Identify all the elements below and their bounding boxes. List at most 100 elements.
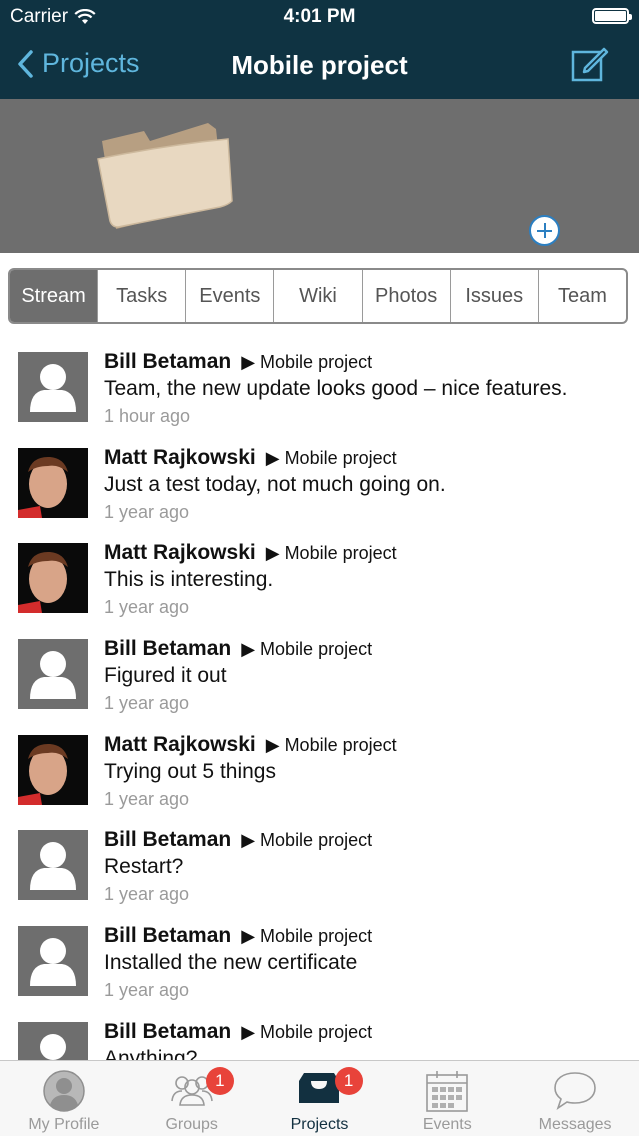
- bottom-tab-bar: My Profile 1 Groups 1 Projects Events Me…: [0, 1060, 639, 1136]
- item-message: Anything?: [104, 1046, 198, 1060]
- item-header: Bill Betaman ▶ Mobile project: [104, 924, 372, 948]
- tab-events[interactable]: Events: [186, 270, 275, 322]
- project-name: Mobile project: [260, 926, 373, 947]
- tab-messages[interactable]: Messages: [511, 1061, 639, 1136]
- tab-my-profile[interactable]: My Profile: [0, 1061, 128, 1136]
- project-link[interactable]: ▶ Mobile project: [266, 735, 397, 755]
- tab-groups[interactable]: 1 Groups: [128, 1061, 256, 1136]
- status-bar: Carrier 4:01 PM: [0, 0, 639, 34]
- tab-label: Events: [422, 1116, 472, 1133]
- item-message: Installed the new certificate: [104, 951, 358, 975]
- groups-badge: 1: [205, 1067, 234, 1095]
- tab-events[interactable]: Events: [383, 1061, 511, 1136]
- profile-icon: [43, 1070, 85, 1112]
- tab-issues[interactable]: Issues: [451, 270, 539, 322]
- project-link[interactable]: ▶ Mobile project: [266, 543, 397, 563]
- item-timestamp: 1 hour ago: [104, 406, 191, 426]
- battery-icon: [592, 8, 632, 24]
- messages-icon: [554, 1072, 596, 1110]
- default-user-icon: [30, 364, 76, 412]
- tab-stream[interactable]: Stream: [10, 270, 99, 322]
- avatar: [18, 543, 88, 614]
- default-user-icon: [30, 651, 76, 700]
- list-item[interactable]: Matt Rajkowski ▶ Mobile project Just a te…: [0, 436, 639, 532]
- user-photo-icon: [18, 734, 88, 805]
- list-item[interactable]: Bill Betaman ▶ Mobile project Team, the n…: [0, 340, 639, 436]
- item-message: Restart?: [104, 855, 184, 879]
- item-timestamp: 1 year ago: [104, 980, 190, 1001]
- activity-stream: Bill Betaman ▶ Mobile project Team, the n…: [0, 340, 639, 1060]
- tab-photos[interactable]: Photos: [363, 270, 451, 322]
- author-name[interactable]: Bill Betaman: [104, 350, 231, 373]
- projects-badge: 1: [334, 1067, 363, 1095]
- avatar: [18, 1021, 88, 1060]
- project-name: Mobile project: [284, 734, 397, 755]
- project-tabs: Stream Tasks Events Wiki Photos Issues T…: [8, 268, 628, 324]
- project-link[interactable]: ▶ Mobile project: [241, 1022, 372, 1042]
- tab-label: Groups: [165, 1116, 218, 1133]
- item-header: Matt Rajkowski ▶ Mobile project: [104, 541, 397, 565]
- list-item[interactable]: Matt Rajkowski ▶ Mobile project This is i…: [0, 531, 639, 627]
- item-timestamp: 1 year ago: [104, 597, 190, 618]
- tab-label: Messages: [538, 1116, 612, 1133]
- item-timestamp: 1 year ago: [104, 501, 190, 522]
- project-link[interactable]: ▶ Mobile project: [266, 448, 397, 468]
- project-name: Mobile project: [260, 352, 373, 372]
- tab-team[interactable]: Team: [539, 270, 626, 322]
- project-name: Mobile project: [260, 1021, 373, 1042]
- author-name[interactable]: Matt Rajkowski: [104, 541, 256, 564]
- calendar-icon: [426, 1071, 469, 1112]
- list-item[interactable]: Bill Betaman ▶ Mobile project Restart? 1 …: [0, 818, 639, 914]
- item-header: Bill Betaman ▶ Mobile project: [104, 350, 372, 374]
- folder-icon: [97, 123, 233, 229]
- top-bar: Carrier 4:01 PM Projects Mobile project: [0, 0, 639, 99]
- default-user-icon: [30, 842, 76, 891]
- list-item[interactable]: Bill Betaman ▶ Mobile project Installed t…: [0, 914, 639, 1010]
- avatar: [18, 830, 88, 901]
- avatar: [18, 447, 88, 518]
- project-link[interactable]: ▶ Mobile project: [241, 926, 372, 946]
- tab-wiki[interactable]: Wiki: [274, 270, 363, 322]
- list-item[interactable]: Bill Betaman ▶ Mobile project Figured it …: [0, 627, 639, 723]
- page-title: Mobile project: [231, 50, 408, 80]
- item-timestamp: 1 year ago: [104, 788, 190, 809]
- author-name[interactable]: Bill Betaman: [104, 828, 231, 851]
- avatar: [18, 639, 88, 710]
- item-header: Bill Betaman ▶ Mobile project: [104, 637, 372, 661]
- item-message: This is interesting.: [104, 568, 274, 592]
- author-name[interactable]: Bill Betaman: [104, 637, 231, 660]
- avatar: [18, 926, 88, 997]
- default-user-icon: [40, 1033, 66, 1060]
- item-header: Bill Betaman ▶ Mobile project: [104, 1020, 372, 1044]
- avatar: [18, 352, 88, 422]
- add-cover-button[interactable]: [529, 215, 560, 246]
- item-timestamp: 1 year ago: [104, 884, 190, 905]
- navigation-bar: Projects Mobile project: [0, 34, 639, 99]
- project-link[interactable]: ▶ Mobile project: [241, 639, 372, 659]
- compose-icon[interactable]: [571, 44, 609, 82]
- list-item[interactable]: Matt Rajkowski ▶ Mobile project Trying ou…: [0, 723, 639, 819]
- avatar: [18, 734, 88, 805]
- project-cover: [0, 99, 639, 253]
- author-name[interactable]: Matt Rajkowski: [104, 733, 256, 756]
- tab-label: My Profile: [28, 1116, 100, 1133]
- tab-projects[interactable]: 1 Projects: [256, 1061, 384, 1136]
- project-name: Mobile project: [260, 639, 373, 660]
- project-name: Mobile project: [260, 830, 373, 851]
- tab-tasks[interactable]: Tasks: [98, 270, 187, 322]
- item-timestamp: 1 year ago: [104, 693, 190, 714]
- item-header: Matt Rajkowski ▶ Mobile project: [104, 733, 397, 757]
- tab-label: Projects: [290, 1116, 349, 1133]
- item-header: Bill Betaman ▶ Mobile project: [104, 828, 372, 852]
- project-link[interactable]: ▶ Mobile project: [241, 830, 372, 850]
- author-name[interactable]: Matt Rajkowski: [104, 446, 256, 469]
- item-message: Trying out 5 things: [104, 759, 276, 783]
- author-name[interactable]: Bill Betaman: [104, 924, 231, 947]
- item-message: Team, the new update looks good – nice f…: [104, 377, 568, 400]
- list-item[interactable]: Bill Betaman ▶ Mobile project Anything?: [0, 1010, 639, 1060]
- project-name: Mobile project: [284, 543, 397, 564]
- item-header: Matt Rajkowski ▶ Mobile project: [104, 446, 397, 470]
- project-link[interactable]: ▶ Mobile project: [241, 352, 372, 372]
- author-name[interactable]: Bill Betaman: [104, 1020, 231, 1043]
- project-name: Mobile project: [284, 447, 397, 468]
